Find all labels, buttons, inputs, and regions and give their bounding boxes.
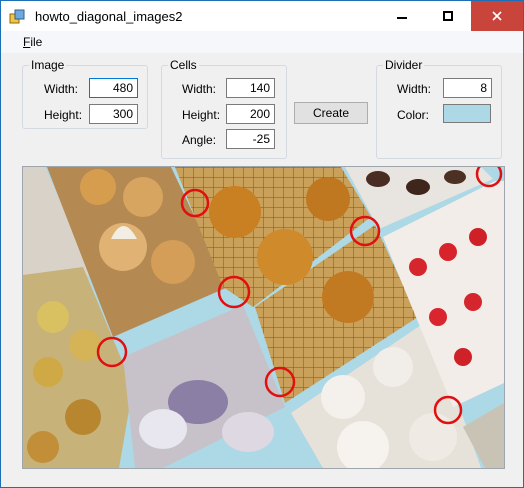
tart-shape xyxy=(37,301,69,333)
tart-shape xyxy=(69,329,101,361)
menu-file-rest: ile xyxy=(30,35,43,49)
divider-color-swatch[interactable] xyxy=(443,104,491,123)
divider-width-field[interactable]: 8 xyxy=(443,78,492,98)
chocolate-shape xyxy=(406,179,430,195)
bun-shape xyxy=(322,271,374,323)
strawberry-shape xyxy=(439,243,457,261)
divider-width-label: Width: xyxy=(397,82,432,96)
maximize-button[interactable] xyxy=(425,1,471,31)
cells-group-title: Cells xyxy=(168,58,199,72)
diagonal-collage xyxy=(23,167,504,468)
image-width-field[interactable]: 480 xyxy=(89,78,138,98)
menu-file[interactable]: File xyxy=(23,35,42,49)
strawberry-shape xyxy=(409,258,427,276)
puff-shape xyxy=(123,177,163,217)
bun-shape xyxy=(257,229,313,285)
cells-angle-label: Angle: xyxy=(182,133,217,147)
divider-color-label: Color: xyxy=(397,108,430,122)
tart-shape xyxy=(27,431,59,463)
minimize-icon xyxy=(397,17,407,19)
steamed-bun-shape xyxy=(409,413,457,461)
bun-shape xyxy=(209,186,261,238)
create-button[interactable]: Create xyxy=(294,102,368,124)
cells-height-field[interactable]: 200 xyxy=(226,104,275,124)
image-height-field[interactable]: 300 xyxy=(89,104,138,124)
close-button[interactable] xyxy=(471,1,523,31)
strawberry-shape xyxy=(454,348,472,366)
title-bar[interactable]: howto_diagonal_images2 xyxy=(1,1,523,31)
menu-bar xyxy=(1,31,523,53)
cells-angle-field[interactable]: -25 xyxy=(226,129,275,149)
chocolate-shape xyxy=(444,170,466,184)
puff-shape xyxy=(151,240,195,284)
cells-width-label: Width: xyxy=(182,82,217,96)
strawberry-shape xyxy=(429,308,447,326)
strawberry-shape xyxy=(469,228,487,246)
cells-height-label: Height: xyxy=(182,108,221,122)
tart-shape xyxy=(65,399,101,435)
app-icon xyxy=(9,9,25,24)
minimize-button[interactable] xyxy=(379,1,425,31)
app-window: howto_diagonal_images2 File Image Width:… xyxy=(0,0,524,488)
window-title: howto_diagonal_images2 xyxy=(35,9,183,24)
image-width-label: Width: xyxy=(44,82,79,96)
macaron-shape xyxy=(139,409,187,449)
image-group-title: Image xyxy=(29,58,67,72)
tart-shape xyxy=(33,357,63,387)
picture-box xyxy=(22,166,505,469)
bun-shape xyxy=(306,177,350,221)
divider-group-title: Divider xyxy=(383,58,425,72)
strawberry-shape xyxy=(464,293,482,311)
close-icon xyxy=(492,11,502,21)
macaron-shape xyxy=(222,412,274,452)
steamed-bun-shape xyxy=(373,347,413,387)
image-height-label: Height: xyxy=(44,108,83,122)
chocolate-shape xyxy=(366,171,390,187)
puff-shape xyxy=(80,169,116,205)
maximize-icon xyxy=(443,11,453,21)
steamed-bun-shape xyxy=(321,375,365,419)
cells-width-field[interactable]: 140 xyxy=(226,78,275,98)
